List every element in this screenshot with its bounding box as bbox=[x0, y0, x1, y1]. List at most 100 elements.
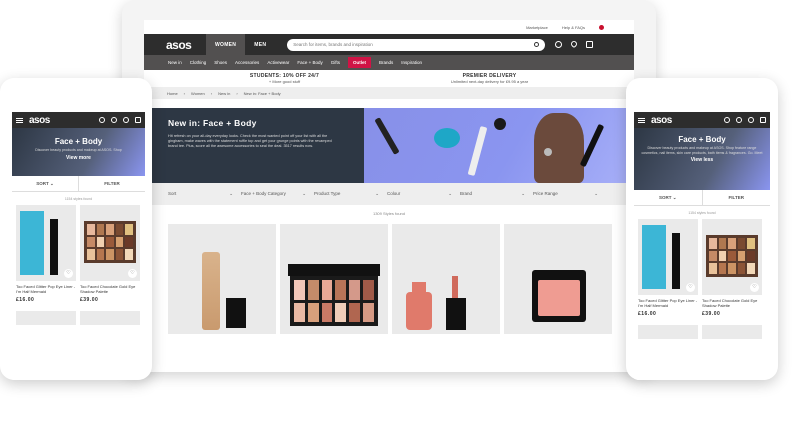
save-heart-icon[interactable]: ♡ bbox=[750, 283, 759, 292]
save-heart-icon[interactable]: ♡ bbox=[64, 269, 73, 278]
chevron-down-icon: ⌄ bbox=[302, 191, 306, 196]
nav-new-in[interactable]: New in bbox=[168, 60, 182, 65]
sort-button[interactable]: SORT ⌄ bbox=[634, 190, 703, 205]
sort-filter-bar: SORT ⌄ FILTER bbox=[634, 190, 770, 206]
search-icon[interactable] bbox=[724, 117, 730, 123]
product-image-eyeliner[interactable]: ♡ bbox=[638, 219, 698, 295]
mobile-site-left: asos Face + Body Discover beauty product… bbox=[12, 112, 145, 380]
results-count: 1309 Styles found bbox=[372, 211, 406, 216]
tab-women[interactable]: WOMEN bbox=[206, 34, 246, 55]
saved-items-icon[interactable] bbox=[570, 39, 579, 49]
nav-clothing[interactable]: Clothing bbox=[190, 60, 207, 65]
filter-category[interactable]: Face + Body Category ⌄ bbox=[241, 191, 314, 197]
promo-students[interactable]: STUDENTS: 10% OFF 24/7 + More good stuff bbox=[250, 73, 319, 84]
product-card-foundation[interactable] bbox=[168, 224, 276, 334]
hero-image-makeup-brushes bbox=[364, 108, 634, 183]
category-banner: Face + Body Discover beauty products and… bbox=[12, 128, 145, 176]
product-grid: ♡ Too Faced Glitter Pop Eye Liner - I'm … bbox=[12, 201, 145, 303]
flag-icon[interactable] bbox=[599, 24, 604, 30]
product-name[interactable]: Too Faced Glitter Pop Eye Liner - I'm Ha… bbox=[638, 298, 698, 308]
search-icon[interactable] bbox=[534, 42, 540, 47]
main-header: asos WOMEN MEN Search for items, brands … bbox=[144, 34, 634, 55]
nav-inspiration[interactable]: Inspiration bbox=[401, 60, 422, 65]
product-price: £39.00 bbox=[702, 311, 721, 317]
breadcrumb: Home › Women › New in › New in: Face + Body bbox=[144, 88, 634, 99]
product-grid: ♡ Too Faced Glitter Pop Eye Liner - I'm … bbox=[634, 215, 770, 317]
search-input[interactable]: Search for items, brands and inspiration bbox=[287, 38, 546, 51]
save-heart-icon[interactable]: ♡ bbox=[128, 269, 137, 278]
product-image-eyeliner[interactable]: ♡ bbox=[16, 205, 76, 281]
banner-title: Face + Body bbox=[678, 135, 726, 144]
filter-bar: Sort ⌄ Face + Body Category ⌄ Product Type… bbox=[144, 183, 634, 205]
product-image-palette[interactable]: ♡ bbox=[702, 219, 762, 295]
banner-title: Face + Body bbox=[54, 137, 103, 146]
nav-activewear[interactable]: Activewear bbox=[267, 60, 289, 65]
chevron-down-icon: ⌄ bbox=[375, 191, 379, 196]
saved-items-icon[interactable] bbox=[123, 117, 129, 123]
filter-product-type[interactable]: Product Type ⌄ bbox=[314, 191, 387, 197]
product-card[interactable]: ♡ Too Faced Chocolate Gold Eye Shadow Pa… bbox=[80, 205, 140, 303]
save-heart-icon[interactable]: ♡ bbox=[686, 283, 695, 292]
chevron-down-icon: ⌄ bbox=[594, 191, 598, 196]
bag-icon[interactable] bbox=[135, 117, 141, 123]
product-card-nail-polish[interactable] bbox=[392, 224, 500, 334]
account-icon[interactable] bbox=[736, 117, 742, 123]
saved-items-icon[interactable] bbox=[748, 117, 754, 123]
promo-bar: STUDENTS: 10% OFF 24/7 + More good stuff … bbox=[144, 70, 634, 88]
desktop-site: Marketplace Help & FAQs asos WOMEN MEN S… bbox=[144, 20, 634, 372]
mobile-header: asos bbox=[12, 112, 145, 128]
marketplace-link[interactable]: Marketplace bbox=[526, 25, 548, 30]
product-card[interactable]: ♡ Too Faced Glitter Pop Eye Liner - I'm … bbox=[638, 219, 698, 317]
view-more-link[interactable]: View more bbox=[12, 155, 145, 161]
crumb-women[interactable]: Women bbox=[191, 91, 205, 96]
nav-face-body[interactable]: Face + Body bbox=[297, 60, 322, 65]
nav-shoes[interactable]: Shoes bbox=[214, 60, 227, 65]
sort-button[interactable]: SORT ⌄ bbox=[12, 176, 79, 191]
product-name[interactable]: Too Faced Glitter Pop Eye Liner - I'm Ha… bbox=[16, 284, 76, 294]
nav-outlet[interactable]: Outlet bbox=[347, 57, 371, 68]
asos-logo[interactable]: asos bbox=[29, 115, 93, 126]
product-name[interactable]: Too Faced Chocolate Gold Eye Shadow Pale… bbox=[702, 298, 762, 308]
account-icon[interactable] bbox=[111, 117, 117, 123]
nav-brands[interactable]: Brands bbox=[379, 60, 393, 65]
help-link[interactable]: Help & FAQs bbox=[562, 25, 585, 30]
search-icon[interactable] bbox=[99, 117, 105, 123]
mobile-site-right: asos Face + Body Discover beauty product… bbox=[634, 112, 770, 380]
product-image-palette[interactable]: ♡ bbox=[80, 205, 140, 281]
promo-premier[interactable]: PREMIER DELIVERY Unlimited next-day deliv… bbox=[451, 73, 528, 84]
filter-button[interactable]: FILTER bbox=[79, 176, 145, 191]
filter-colour[interactable]: Colour ⌄ bbox=[387, 191, 460, 197]
product-card-blush[interactable] bbox=[504, 224, 612, 334]
hero-banner: New in: Face + Body Hit refresh on your … bbox=[144, 108, 634, 183]
menu-icon[interactable] bbox=[638, 117, 645, 123]
tab-men[interactable]: MEN bbox=[245, 34, 275, 55]
banner-description: Discover beauty products and makeup at A… bbox=[641, 146, 763, 155]
filter-brand[interactable]: Brand ⌄ bbox=[460, 191, 533, 197]
crumb-new-in[interactable]: New in bbox=[218, 91, 230, 96]
product-name[interactable]: Too Faced Chocolate Gold Eye Shadow Pale… bbox=[80, 284, 140, 294]
asos-logo[interactable]: asos bbox=[651, 115, 718, 126]
filter-sort[interactable]: Sort ⌄ bbox=[168, 191, 241, 197]
menu-icon[interactable] bbox=[16, 117, 23, 123]
page-title: New in: Face + Body bbox=[168, 118, 257, 128]
product-card[interactable]: ♡ Too Faced Chocolate Gold Eye Shadow Pa… bbox=[702, 219, 762, 317]
account-icon[interactable] bbox=[555, 41, 563, 48]
view-less-link[interactable]: View less bbox=[634, 157, 770, 163]
product-card-palette[interactable] bbox=[280, 224, 388, 334]
filter-price[interactable]: Price Range ⌄ bbox=[533, 191, 606, 197]
bag-icon[interactable] bbox=[586, 41, 594, 48]
product-price: £39.00 bbox=[80, 297, 99, 303]
banner-description: Discover beauty products and makeup at A… bbox=[35, 148, 122, 152]
bag-icon[interactable] bbox=[760, 117, 766, 123]
chevron-down-icon: ⌄ bbox=[229, 191, 233, 196]
asos-logo[interactable]: asos bbox=[166, 38, 206, 52]
device-mockup: Marketplace Help & FAQs asos WOMEN MEN S… bbox=[0, 0, 800, 423]
sort-filter-bar: SORT ⌄ FILTER bbox=[12, 176, 145, 192]
product-card[interactable]: ♡ Too Faced Glitter Pop Eye Liner - I'm … bbox=[16, 205, 76, 303]
category-banner: Face + Body Discover beauty products and… bbox=[634, 128, 770, 190]
nav-accessories[interactable]: Accessories bbox=[235, 60, 259, 65]
filter-button[interactable]: FILTER bbox=[703, 190, 771, 205]
nav-gifts[interactable]: Gifts bbox=[331, 60, 340, 65]
search-placeholder: Search for items, brands and inspiration bbox=[293, 42, 373, 47]
crumb-home[interactable]: Home bbox=[167, 91, 178, 96]
